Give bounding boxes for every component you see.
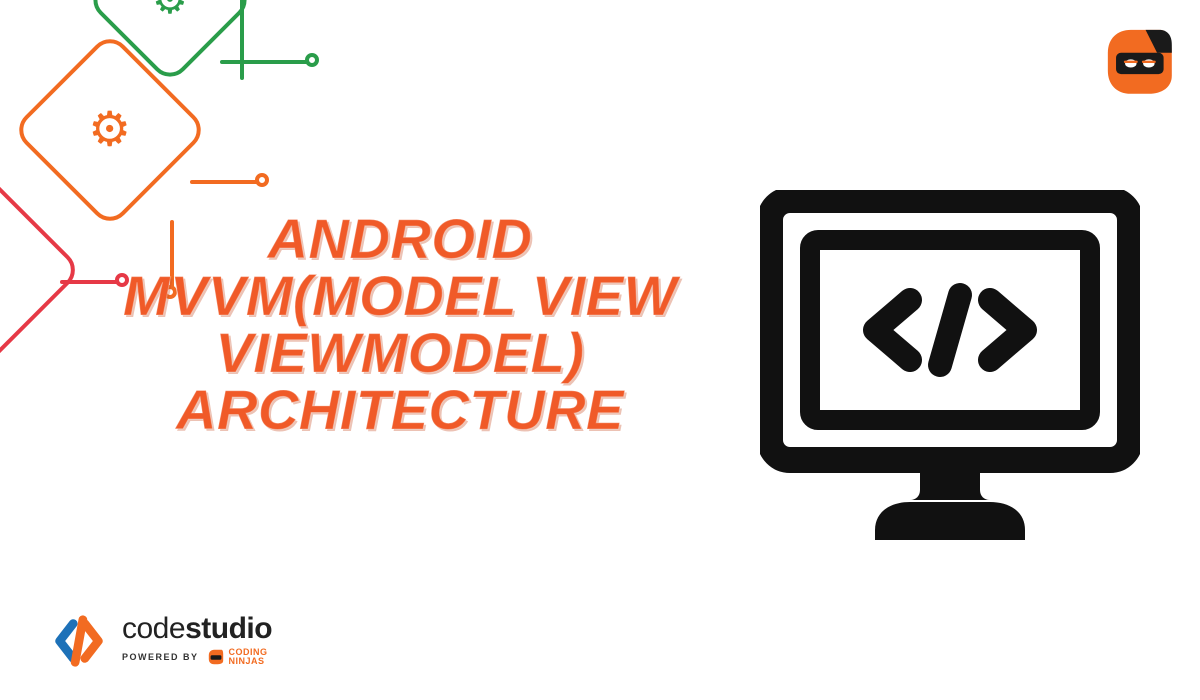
trace-node bbox=[305, 53, 319, 67]
trace-node bbox=[255, 173, 269, 187]
chip-icon-red: ⚙ bbox=[0, 157, 83, 383]
gear-icon: ⚙ bbox=[88, 102, 131, 158]
codestudio-mark-icon bbox=[50, 612, 108, 670]
brand-bold: studio bbox=[185, 612, 272, 645]
trace bbox=[220, 60, 310, 64]
trace bbox=[190, 180, 260, 184]
brand-logo: codestudio POWERED BY CODING NINJAS bbox=[50, 612, 272, 670]
coding-ninjas-mascot-icon bbox=[1098, 20, 1180, 102]
sponsor-logo: CODING NINJAS bbox=[207, 648, 268, 666]
gear-icon: ⚙ bbox=[152, 0, 188, 23]
brand-light: code bbox=[122, 612, 185, 645]
sponsor-name: CODING NINJAS bbox=[229, 648, 268, 666]
chip-icon-blue: ⚙ bbox=[0, 0, 41, 1]
monitor-code-icon bbox=[760, 190, 1140, 550]
page-title: ANDROID MVVM(MODEL VIEW VIEWMODEL) ARCHI… bbox=[90, 210, 710, 438]
powered-by-label: POWERED BY bbox=[122, 652, 199, 662]
brand-name: codestudio bbox=[122, 612, 272, 646]
coding-ninjas-small-icon bbox=[207, 648, 225, 666]
sponsor-line: NINJAS bbox=[229, 657, 268, 666]
brand-subline: POWERED BY CODING NINJAS bbox=[122, 648, 272, 666]
brand-text: codestudio POWERED BY CODING NINJAS bbox=[122, 612, 272, 666]
